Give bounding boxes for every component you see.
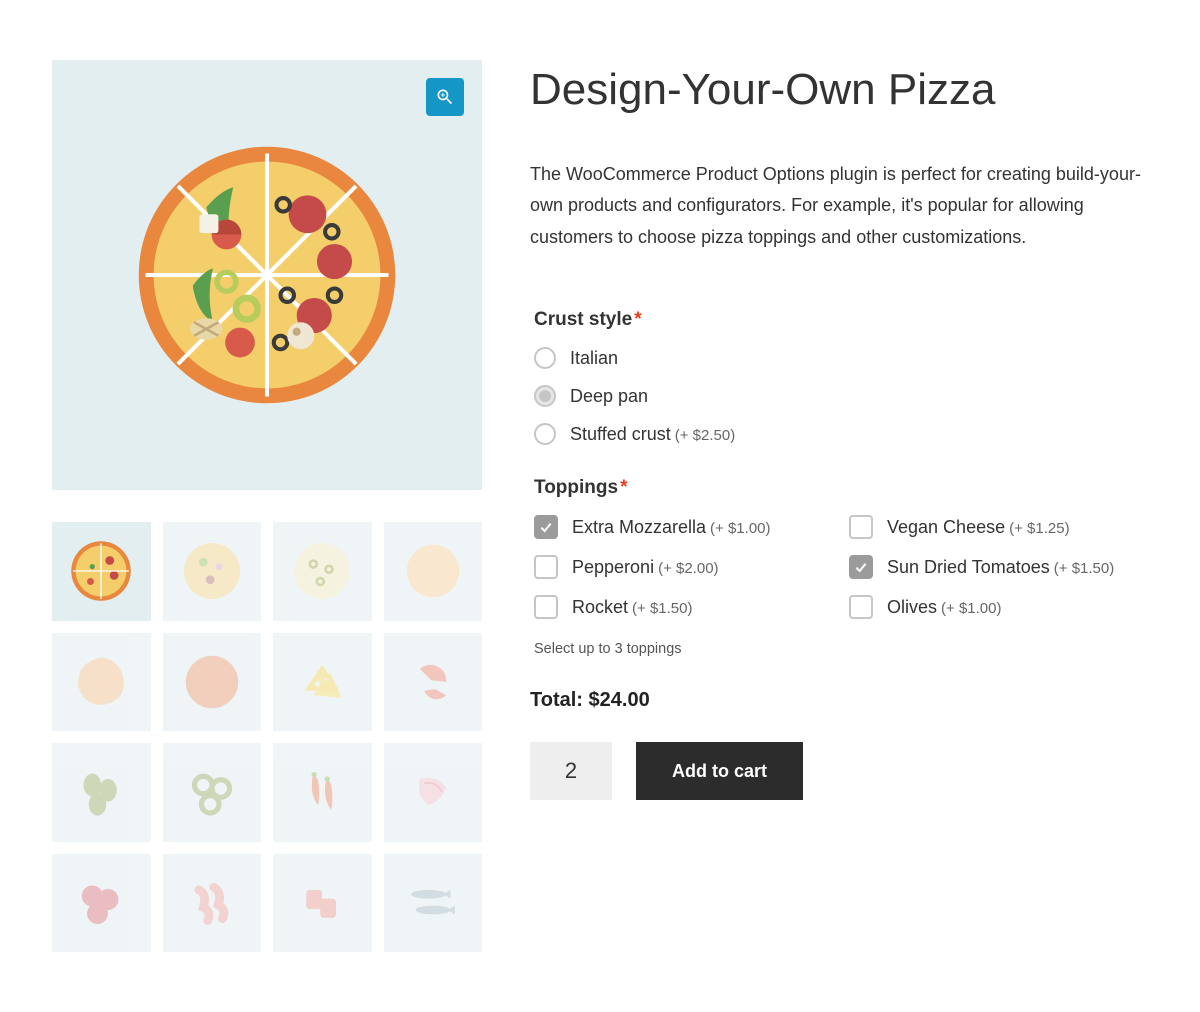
- option-text: Extra Mozzarella(+ $1.00): [572, 517, 771, 538]
- option-text: Italian: [570, 348, 622, 369]
- add-to-cart-row: Add to cart: [530, 742, 1148, 800]
- toppings-label: Toppings*: [530, 477, 1148, 499]
- thumbnail-grid: [52, 522, 482, 952]
- option-text: Pepperoni(+ $2.00): [572, 557, 719, 578]
- total-price: Total: $24.00: [530, 689, 1148, 712]
- product-description: The WooCommerce Product Options plugin i…: [530, 159, 1148, 254]
- thumbnail-olive-rings[interactable]: [163, 743, 262, 842]
- topping-pepperoni[interactable]: Pepperoni(+ $2.00): [530, 555, 833, 579]
- thumbnail-pizza-full[interactable]: [52, 522, 151, 621]
- crust-option-italian[interactable]: Italian: [530, 347, 1148, 369]
- radio-icon: [534, 423, 556, 445]
- crust-option-deep-pan[interactable]: Deep pan: [530, 385, 1148, 407]
- required-asterisk: *: [620, 477, 627, 498]
- zoom-button[interactable]: [426, 78, 464, 116]
- thumbnail-chilli[interactable]: [273, 743, 372, 842]
- topping-olives[interactable]: Olives(+ $1.00): [845, 595, 1148, 619]
- crust-label: Crust style*: [530, 309, 1148, 331]
- thumbnail-cheese[interactable]: [273, 633, 372, 732]
- thumbnail-pizza-veggie[interactable]: [163, 522, 262, 621]
- topping-extra-mozzarella[interactable]: Extra Mozzarella(+ $1.00): [530, 515, 833, 539]
- thumbnail-salami[interactable]: [52, 854, 151, 953]
- crust-option-stuffed[interactable]: Stuffed crust(+ $2.50): [530, 423, 1148, 445]
- topping-sun-dried-tomatoes[interactable]: Sun Dried Tomatoes(+ $1.50): [845, 555, 1148, 579]
- thumbnail-dough-3[interactable]: [163, 633, 262, 732]
- thumbnail-bacon[interactable]: [163, 854, 262, 953]
- thumbnail-prosciutto[interactable]: [384, 743, 483, 842]
- option-group-crust: Crust style* Italian Deep pan Stuffed cr…: [530, 309, 1148, 445]
- add-to-cart-button[interactable]: Add to cart: [636, 742, 803, 800]
- thumbnail-dough-1[interactable]: [384, 522, 483, 621]
- product-title: Design-Your-Own Pizza: [530, 64, 1148, 117]
- option-text: Sun Dried Tomatoes(+ $1.50): [887, 557, 1114, 578]
- topping-vegan-cheese[interactable]: Vegan Cheese(+ $1.25): [845, 515, 1148, 539]
- thumbnail-dough-2[interactable]: [52, 633, 151, 732]
- option-text: Olives(+ $1.00): [887, 597, 1001, 618]
- thumbnail-anchovies[interactable]: [384, 854, 483, 953]
- option-text: Stuffed crust(+ $2.50): [570, 424, 735, 445]
- checkbox-icon: [849, 515, 873, 539]
- checkbox-icon: [849, 555, 873, 579]
- pizza-illustration: [132, 140, 402, 410]
- topping-rocket[interactable]: Rocket(+ $1.50): [530, 595, 833, 619]
- checkbox-icon: [849, 595, 873, 619]
- toppings-help-text: Select up to 3 toppings: [530, 641, 1148, 657]
- checkbox-icon: [534, 555, 558, 579]
- product-container: Design-Your-Own Pizza The WooCommerce Pr…: [52, 60, 1148, 952]
- required-asterisk: *: [634, 309, 641, 330]
- radio-icon: [534, 347, 556, 369]
- thumbnail-tomato-slices[interactable]: [384, 633, 483, 732]
- option-text: Vegan Cheese(+ $1.25): [887, 517, 1070, 538]
- product-gallery: [52, 60, 482, 952]
- thumbnail-olives-whole[interactable]: [52, 743, 151, 842]
- zoom-icon: [435, 87, 455, 107]
- checkbox-icon: [534, 515, 558, 539]
- option-text: Rocket(+ $1.50): [572, 597, 693, 618]
- option-text: Deep pan: [570, 386, 652, 407]
- option-group-toppings: Toppings* Extra Mozzarella(+ $1.00) Vega…: [530, 477, 1148, 657]
- checkbox-icon: [534, 595, 558, 619]
- thumbnail-pizza-olive[interactable]: [273, 522, 372, 621]
- quantity-input[interactable]: [530, 742, 612, 800]
- radio-icon: [534, 385, 556, 407]
- thumbnail-ham[interactable]: [273, 854, 372, 953]
- product-details: Design-Your-Own Pizza The WooCommerce Pr…: [530, 60, 1148, 952]
- main-product-image[interactable]: [52, 60, 482, 490]
